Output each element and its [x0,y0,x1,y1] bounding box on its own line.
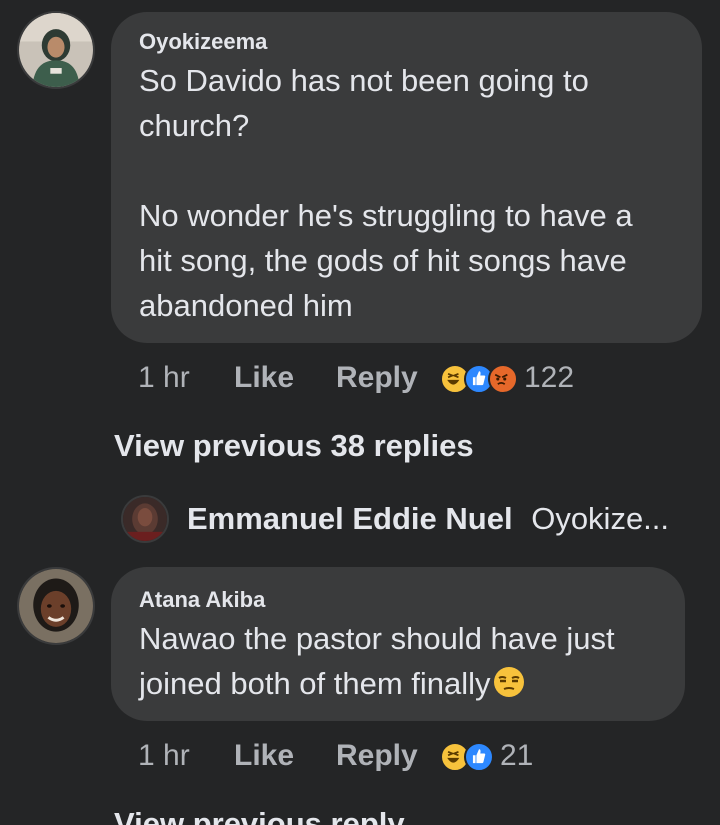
comment-text: Nawao the pastor should have just joined… [139,616,615,706]
comment-timestamp[interactable]: 1 hr [138,736,190,776]
angry-reaction-icon [488,364,518,394]
reply-button[interactable]: Reply [336,358,418,398]
reactions-summary[interactable]: 21 [440,736,600,776]
unamused-face-emoji [493,667,524,697]
comment-text-line: No wonder he's struggling to have a [139,198,633,233]
comment-text: So Davido has not been going to church? … [139,58,633,328]
reply-author[interactable]: Emmanuel Eddie Nuel [187,501,513,536]
comment-text-line: Nawao the pastor should have just [139,621,615,656]
like-reaction-icon [464,742,494,772]
avatar-atana-akiba[interactable] [17,567,95,645]
reply-preview: Oyokize... [531,501,670,536]
comment-text-line: joined both of them finally [139,666,491,701]
comment-author[interactable]: Oyokizeema [139,29,267,55]
view-previous-replies-link[interactable]: View previous 38 replies [114,428,474,464]
profile-photo-icon [123,497,167,541]
comment-text-line: So Davido has not been going to [139,63,589,98]
reaction-count: 122 [524,361,575,394]
avatar-oyokizeema[interactable] [17,11,95,89]
comment-text-line: church? [139,108,250,143]
reply-button[interactable]: Reply [336,736,418,776]
comment-text-line: hit song, the gods of hit songs have [139,243,627,278]
profile-photo-icon [19,13,93,87]
profile-photo-icon [19,569,93,643]
reaction-count: 21 [500,739,534,772]
like-button[interactable]: Like [234,736,294,776]
comment-text-line: abandoned him [139,288,353,323]
reactions-summary[interactable]: 122 [440,358,620,398]
collapsed-reply[interactable]: Emmanuel Eddie Nuel Oyokize... [187,501,669,537]
comment-timestamp[interactable]: 1 hr [138,358,190,398]
comments-thread: Oyokizeema So Davido has not been going … [0,0,720,825]
comment-author[interactable]: Atana Akiba [139,587,265,613]
comment-actions: 1 hr Like Reply 21 [138,736,618,776]
like-button[interactable]: Like [234,358,294,398]
comment-text-line-with-emoji: joined both of them finally [139,661,615,706]
comment-text-line-blank [139,148,633,193]
view-previous-reply-link[interactable]: View previous reply [114,806,405,825]
comment-actions: 1 hr Like Reply 122 [138,358,618,398]
avatar-emmanuel-eddie-nuel[interactable] [121,495,169,543]
